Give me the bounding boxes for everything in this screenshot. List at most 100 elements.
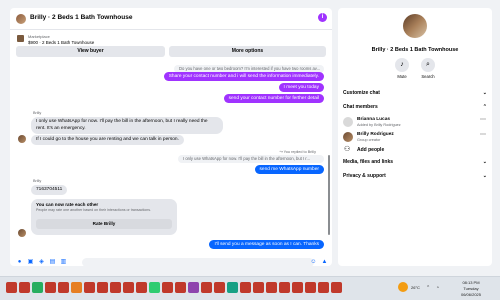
outgoing-message[interactable]: send your contact number for ferther det… [223,94,324,103]
weather-icon[interactable] [398,282,408,292]
chat-title[interactable]: Brilly · 2 Beds 1 Bath Townhouse [30,14,132,21]
microphone-icon[interactable]: ● [16,259,23,266]
reply-label: ↪ You replied to Brilly [279,150,316,154]
rating-subtitle: People may rate one another based on the… [36,208,152,212]
app-icon[interactable] [305,282,316,293]
emoji-icon[interactable]: ☺ [310,259,317,266]
app-icon[interactable] [84,282,95,293]
media-files-section[interactable]: Media, files and links ⌄ [343,157,487,167]
incoming-message[interactable]: 7163704511 [31,185,68,195]
message-input[interactable] [82,258,314,266]
add-people-label: Add people [357,147,385,153]
chat-members-label: Chat members [343,104,378,110]
attachment-icon[interactable]: ▥ [60,259,67,266]
app-icon[interactable] [32,282,43,293]
temperature[interactable]: 26°C [411,285,420,290]
app-icon[interactable] [201,282,212,293]
listing-thumbnail [17,35,24,42]
app-icon[interactable] [110,282,121,293]
rating-card: You can now rate each other People may r… [31,199,177,235]
reply-label-text: You replied to Brilly [283,150,316,154]
privacy-support-section[interactable]: Privacy & support ⌄ [343,171,487,181]
customize-chat-label: Customize chat [343,90,380,96]
app-icon[interactable] [331,282,342,293]
incoming-message[interactable]: I only use WhatsApp for now. I'll pay th… [31,117,223,134]
chevron-down-icon: ⌄ [482,90,487,96]
app-icon[interactable] [292,282,303,293]
taskbar: 26°C ⌃ ◔ 08:13 PM Tuesday 06/06/2025 [0,276,500,300]
media-files-label: Media, files and links [343,159,394,165]
chevron-down-icon: ⌄ [482,173,487,179]
privacy-support-label: Privacy & support [343,173,386,179]
chevron-down-icon: ⌄ [482,159,487,165]
message-list[interactable]: Do you have one or two bedroom? I'm inte… [10,65,332,251]
app-icon[interactable] [58,282,69,293]
outgoing-message[interactable]: I'll send you a message as soon as I can… [209,240,324,249]
scrollbar[interactable] [328,155,330,235]
quoted-message: I only use WhatsApp for now. I'll pay th… [178,155,324,163]
search-icon[interactable]: ⌕ [421,58,435,72]
member-avatar [343,117,353,127]
group-avatar[interactable] [403,14,427,38]
gif-icon[interactable]: ▤ [49,259,56,266]
tray-arrow-icon[interactable]: ⌃ [426,285,430,291]
app-icon[interactable] [149,282,160,293]
view-buyer-button[interactable]: View buyer [16,46,165,57]
customize-chat-section[interactable]: Customize chat ⌄ [343,88,487,98]
outgoing-message[interactable]: Share your contact number and i will sen… [163,72,324,81]
app-icon[interactable] [214,282,225,293]
member-avatar [343,132,353,142]
details-title: Brilly · 2 Beds 1 Bath Townhouse [371,47,459,53]
app-icon[interactable] [19,282,30,293]
app-icon[interactable] [253,282,264,293]
outgoing-message[interactable]: send me WhatsApp number [254,165,324,174]
more-icon[interactable]: ⋯ [480,131,486,138]
mute-icon[interactable]: ♪ [395,58,409,72]
app-icon[interactable] [279,282,290,293]
app-icon[interactable] [45,282,56,293]
image-icon[interactable]: ▣ [27,259,34,266]
chevron-up-icon: ⌃ [482,104,487,110]
wifi-icon[interactable]: ◔ [436,285,439,291]
app-icon[interactable] [136,282,147,293]
sender-avatar[interactable] [18,135,26,143]
app-icon[interactable] [227,282,238,293]
like-icon[interactable]: ▲ [321,259,328,266]
outgoing-message[interactable]: I meet you today [278,83,324,92]
composer: ● ▣ ◈ ▤ ▥ ☺ ▲ [10,258,332,266]
marketplace-label: Marketplace [28,34,50,39]
more-options-button[interactable]: More options [169,46,326,57]
page: Brilly · 2 Beds 1 Bath Townhouse i Marke… [0,0,500,300]
member-name: Brilly Rodriguez [357,132,394,137]
clock-time[interactable]: 08:13 PM [446,280,496,285]
app-icon[interactable] [188,282,199,293]
sticker-icon[interactable]: ◈ [38,259,45,266]
rate-button[interactable]: Rate Brilly [36,219,172,229]
info-icon[interactable]: i [318,13,327,22]
app-icon[interactable] [71,282,82,293]
listing-description: $900 · 2 Beds 1 Bath Townhouse [28,40,95,45]
app-icon[interactable] [97,282,108,293]
search-label: Search [421,74,435,79]
incoming-message[interactable]: If I could go to the house you are renti… [31,135,184,145]
clock-day[interactable]: Tuesday [446,286,496,291]
member-name: Brianna Lucas [357,117,391,122]
clock-date[interactable]: 06/06/2025 [446,292,496,297]
sender-name: Brilly [33,111,42,115]
chat-header: Brilly · 2 Beds 1 Bath Townhouse i [10,8,332,30]
sender-avatar[interactable] [18,229,26,237]
app-icon[interactable] [175,282,186,293]
member-role: Group creator [357,138,381,142]
chat-members-section[interactable]: Chat members ⌃ [343,102,487,112]
member-role: Added by Brilly Rodriguez [357,123,401,127]
app-icon[interactable] [240,282,251,293]
details-panel: Brilly · 2 Beds 1 Bath Townhouse ♪ Mute … [338,8,492,266]
app-icon[interactable] [318,282,329,293]
app-icon[interactable] [266,282,277,293]
more-icon[interactable]: ⋯ [480,116,486,123]
app-icon[interactable] [123,282,134,293]
add-person-icon: ⚇ [344,146,351,153]
app-icon[interactable] [6,282,17,293]
chat-avatar[interactable] [16,14,26,24]
app-icon[interactable] [162,282,173,293]
